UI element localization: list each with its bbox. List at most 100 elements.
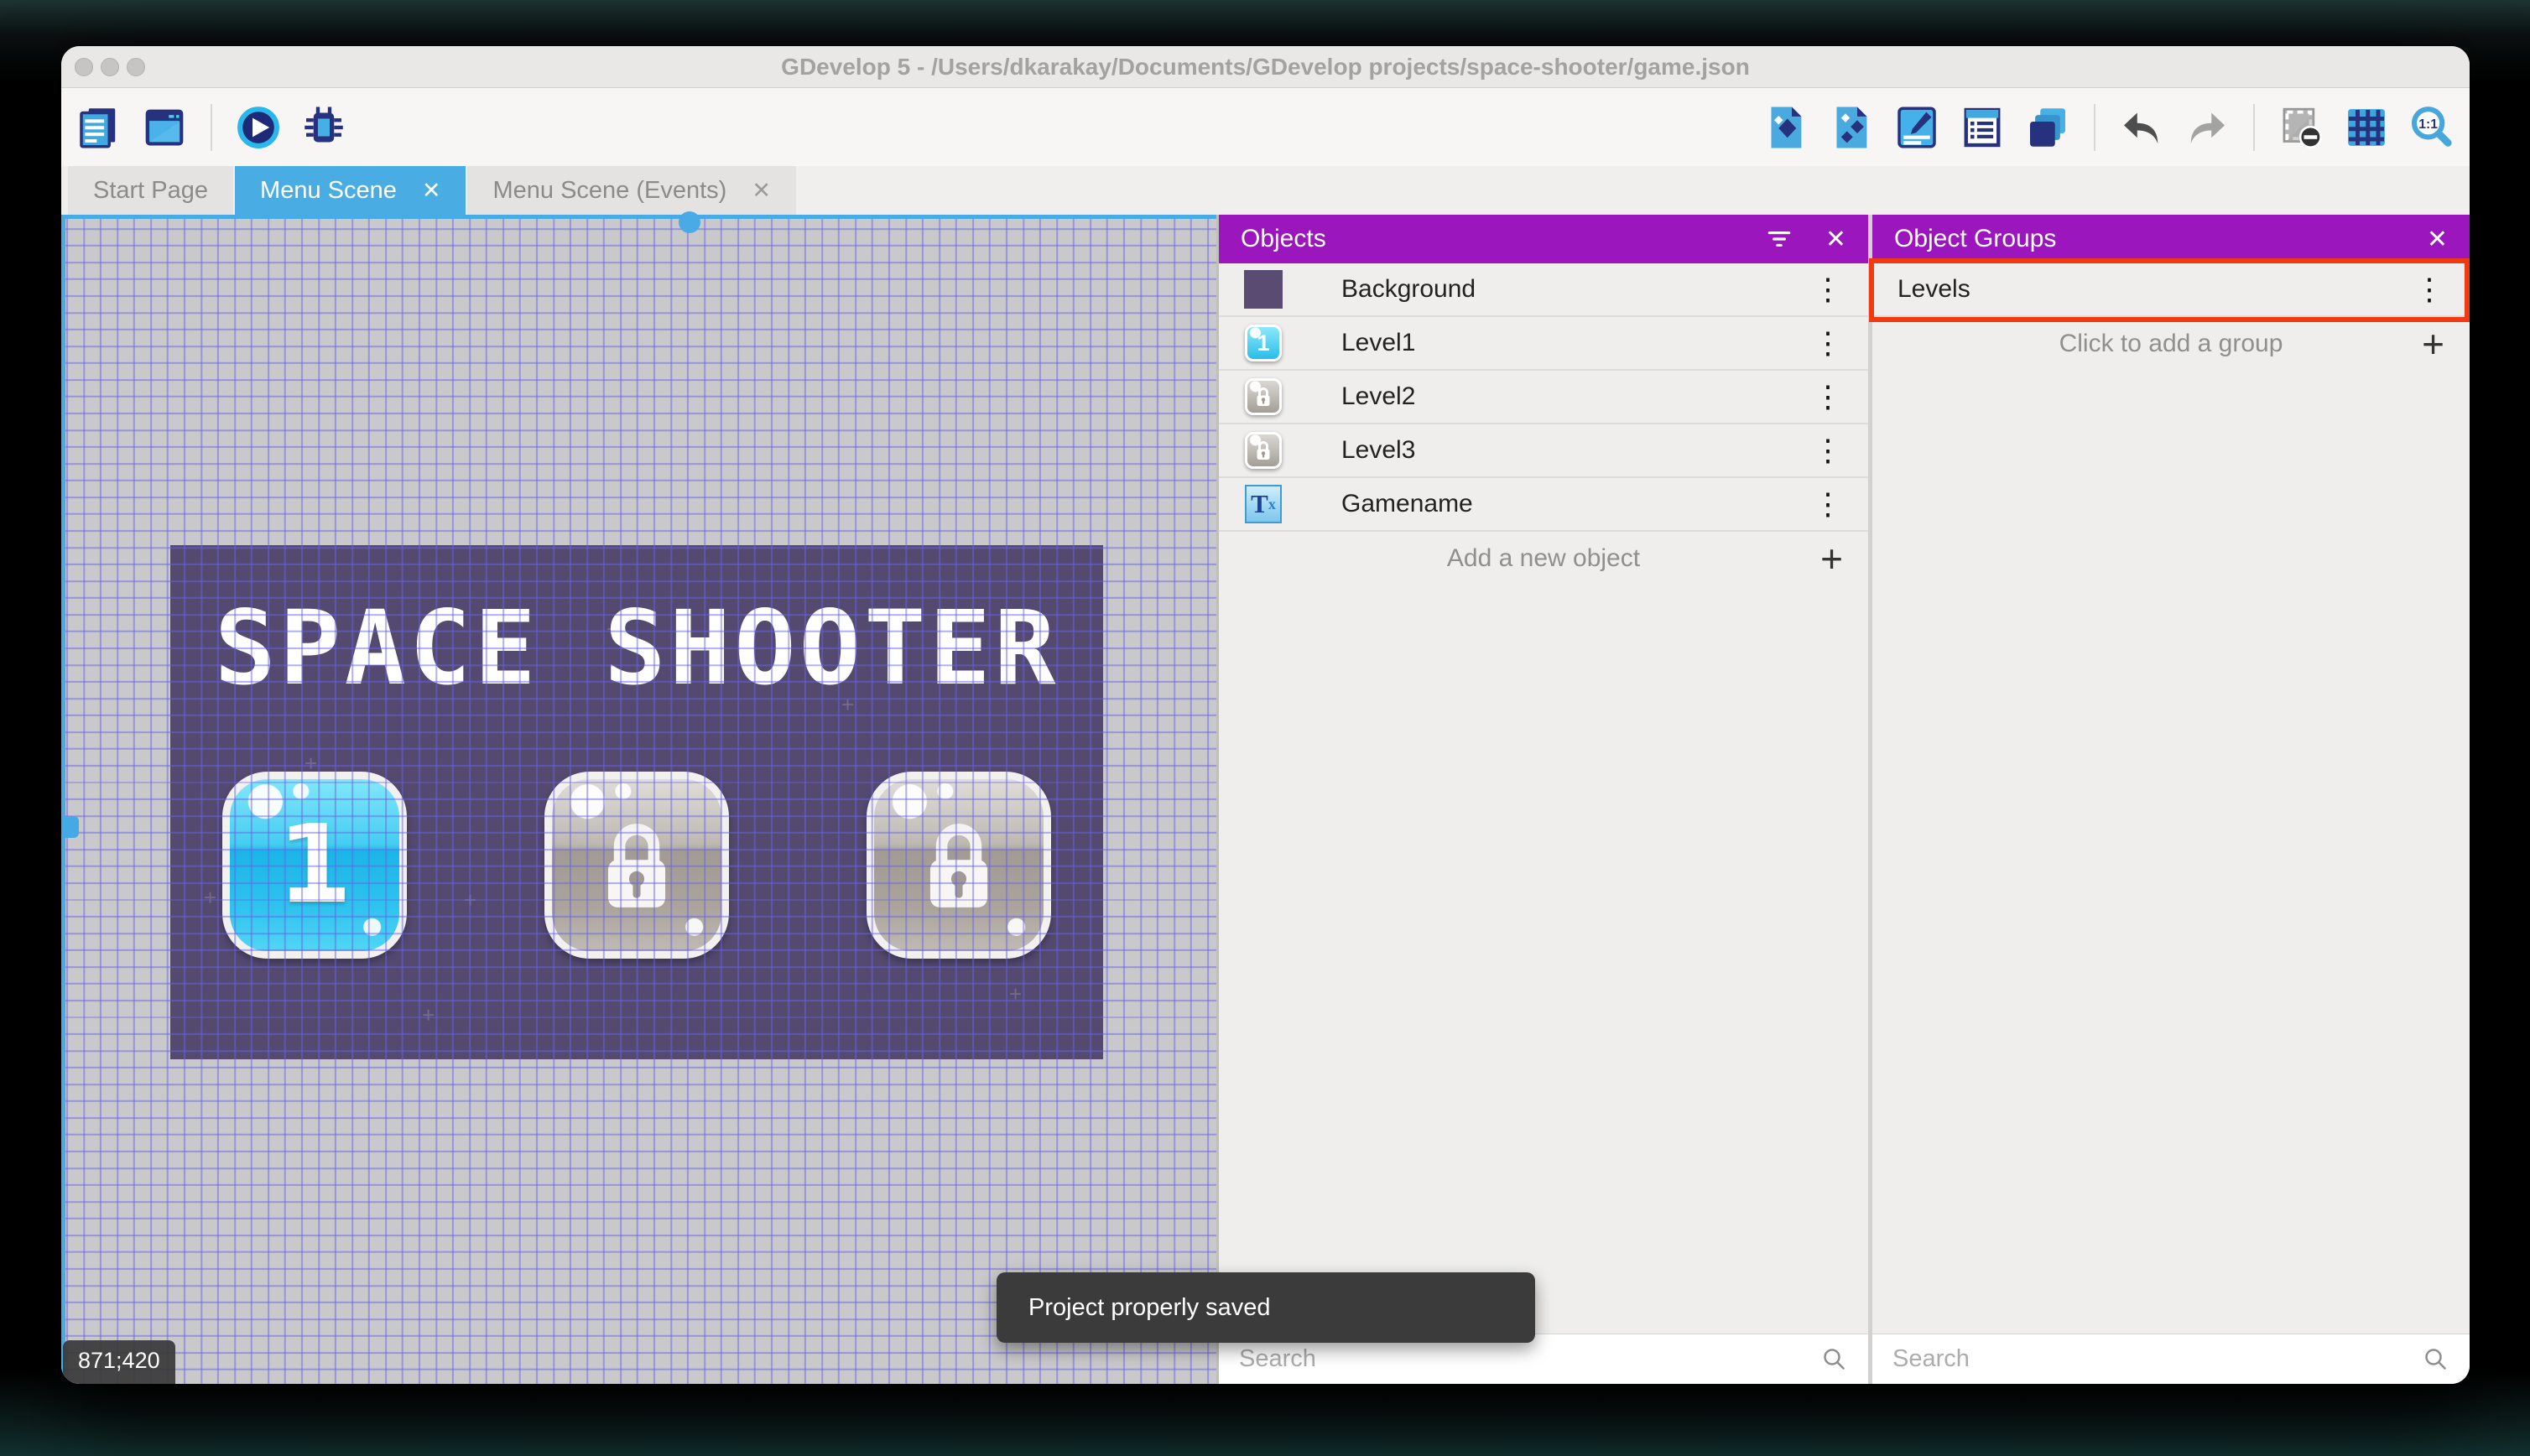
toast-message: Project properly saved [1028,1293,1271,1321]
add-new-object-button[interactable]: Add a new object + [1219,532,1868,585]
game-title-text[interactable]: SPACE SHOOTER [170,589,1103,708]
toolbar-separator [2253,103,2255,151]
close-tab-icon[interactable]: ✕ [752,178,771,204]
star-decoration: + [204,885,217,910]
add-group-label: Click to add a group [2059,330,2283,357]
locked-button-thumbnail [1244,431,1283,470]
level-number: 1 [277,803,352,928]
properties-icon[interactable] [1892,103,1941,152]
window-title: GDevelop 5 - /Users/dkarakay/Documents/G… [781,54,1750,80]
tab-menu-scene-events[interactable]: Menu Scene (Events) ✕ [467,166,796,215]
search-icon[interactable] [1821,1346,1848,1373]
object-row-gamename[interactable]: Tx Gamename ⋮ [1219,478,1868,532]
row-menu-icon[interactable]: ⋮ [1804,486,1851,522]
scene-canvas[interactable]: SPACE SHOOTER + + + + + + + + 1 [61,211,1216,1384]
debug-icon[interactable] [299,103,348,152]
background-thumbnail [1244,270,1283,309]
object-name: Gamename [1341,490,1473,517]
cursor-coordinates-badge: 871;420 [63,1340,175,1384]
lock-icon [929,823,988,907]
objects-panel-header: Objects ✕ [1219,215,1868,263]
minimize-window-icon[interactable] [101,58,119,76]
instances-list-icon[interactable] [1958,103,2007,152]
add-group-button[interactable]: Click to add a group + [1872,317,2470,371]
scene-editor-icon[interactable] [140,103,189,152]
toolbar-right-group: 1:1 [1762,103,2456,152]
row-menu-icon[interactable]: ⋮ [1804,272,1851,307]
tab-label: Start Page [93,176,209,204]
svg-text:1:1: 1:1 [2418,117,2438,131]
object-groups-icon[interactable] [1827,103,1876,152]
object-row-level2[interactable]: Level2 ⋮ [1219,371,1868,424]
save-toast: Project properly saved [997,1272,1535,1343]
title-bar: GDevelop 5 - /Users/dkarakay/Documents/G… [61,46,2470,88]
star-decoration: + [606,616,620,642]
plus-icon: + [2422,322,2444,366]
row-menu-icon[interactable]: ⋮ [1804,325,1851,361]
level-3-locked-button[interactable] [867,772,1051,959]
objects-panel: Objects ✕ Background ⋮ 1 Level1 ⋮ Level2 [1219,215,1868,1384]
tab-start-page[interactable]: Start Page [68,166,234,215]
grid-icon[interactable] [2342,103,2391,152]
lock-icon [607,823,666,907]
toolbar-separator [211,103,212,151]
row-menu-icon[interactable]: ⋮ [1804,433,1851,468]
objects-panel-title: Objects [1241,225,1326,252]
row-menu-icon[interactable]: ⋮ [1804,379,1851,414]
object-row-level3[interactable]: Level3 ⋮ [1219,424,1868,478]
groups-search-input[interactable] [1892,1345,2411,1373]
close-window-icon[interactable] [75,58,93,76]
group-row-levels[interactable]: Levels ⋮ [1869,258,2470,322]
vertical-scrollbar-thumb[interactable] [61,816,79,838]
level-1-button[interactable]: 1 [222,772,407,959]
gdevelop-window: GDevelop 5 - /Users/dkarakay/Documents/G… [61,46,2470,1384]
play-icon[interactable] [234,103,283,152]
plus-icon: + [1820,537,1843,580]
vertical-scrollbar-track[interactable] [61,215,65,1384]
project-manager-icon[interactable] [75,103,123,152]
object-row-background[interactable]: Background ⋮ [1219,263,1868,317]
close-tab-icon[interactable]: ✕ [422,178,441,204]
filter-icon[interactable] [1765,225,1793,253]
groups-search-bar [1872,1334,2470,1384]
groups-panel-empty-area [1872,371,2470,1334]
objects-icon[interactable] [1762,103,1810,152]
zoom-1-1-icon[interactable]: 1:1 [2408,103,2456,152]
editor-content: SPACE SHOOTER + + + + + + + + 1 [61,211,2470,1384]
layers-icon[interactable] [2023,103,2072,152]
add-object-label: Add a new object [1446,544,1641,572]
level-2-locked-button[interactable] [544,772,729,959]
maximize-window-icon[interactable] [127,58,145,76]
object-row-level1[interactable]: 1 Level1 ⋮ [1219,317,1868,371]
close-panel-icon[interactable]: ✕ [2427,225,2448,254]
object-name: Level1 [1341,329,1416,356]
star-decoration: + [841,692,855,717]
tab-label: Menu Scene [260,176,397,204]
toolbar-separator [2094,103,2095,151]
row-menu-icon[interactable]: ⋮ [2406,272,2453,307]
game-preview: SPACE SHOOTER + + + + + + + + 1 [170,545,1103,1059]
main-toolbar: 1:1 [61,88,2470,166]
objects-search-input[interactable] [1239,1345,1809,1373]
traffic-lights [75,58,145,76]
undo-icon[interactable] [2117,103,2166,152]
object-name: Level2 [1341,382,1416,410]
mask-icon[interactable] [2277,103,2325,152]
close-panel-icon[interactable]: ✕ [1825,225,1846,254]
objects-panel-empty-area [1219,585,1868,1334]
object-name: Background [1341,275,1476,303]
editor-tab-bar: Start Page Menu Scene ✕ Menu Scene (Even… [61,166,2470,215]
horizontal-scrollbar-track[interactable] [61,215,1216,219]
level1-button-thumbnail: 1 [1244,324,1283,362]
redo-icon[interactable] [2183,103,2231,152]
toolbar-left-group [75,103,348,152]
star-decoration: + [1009,981,1023,1006]
object-name: Level3 [1341,436,1416,464]
tab-menu-scene[interactable]: Menu Scene ✕ [235,166,466,215]
text-object-thumbnail: Tx [1244,485,1283,523]
search-icon[interactable] [2423,1346,2449,1373]
horizontal-scrollbar-thumb[interactable] [679,211,700,233]
object-groups-panel-title: Object Groups [1894,225,2057,252]
star-decoration: + [464,887,477,913]
group-name: Levels [1898,275,1970,303]
